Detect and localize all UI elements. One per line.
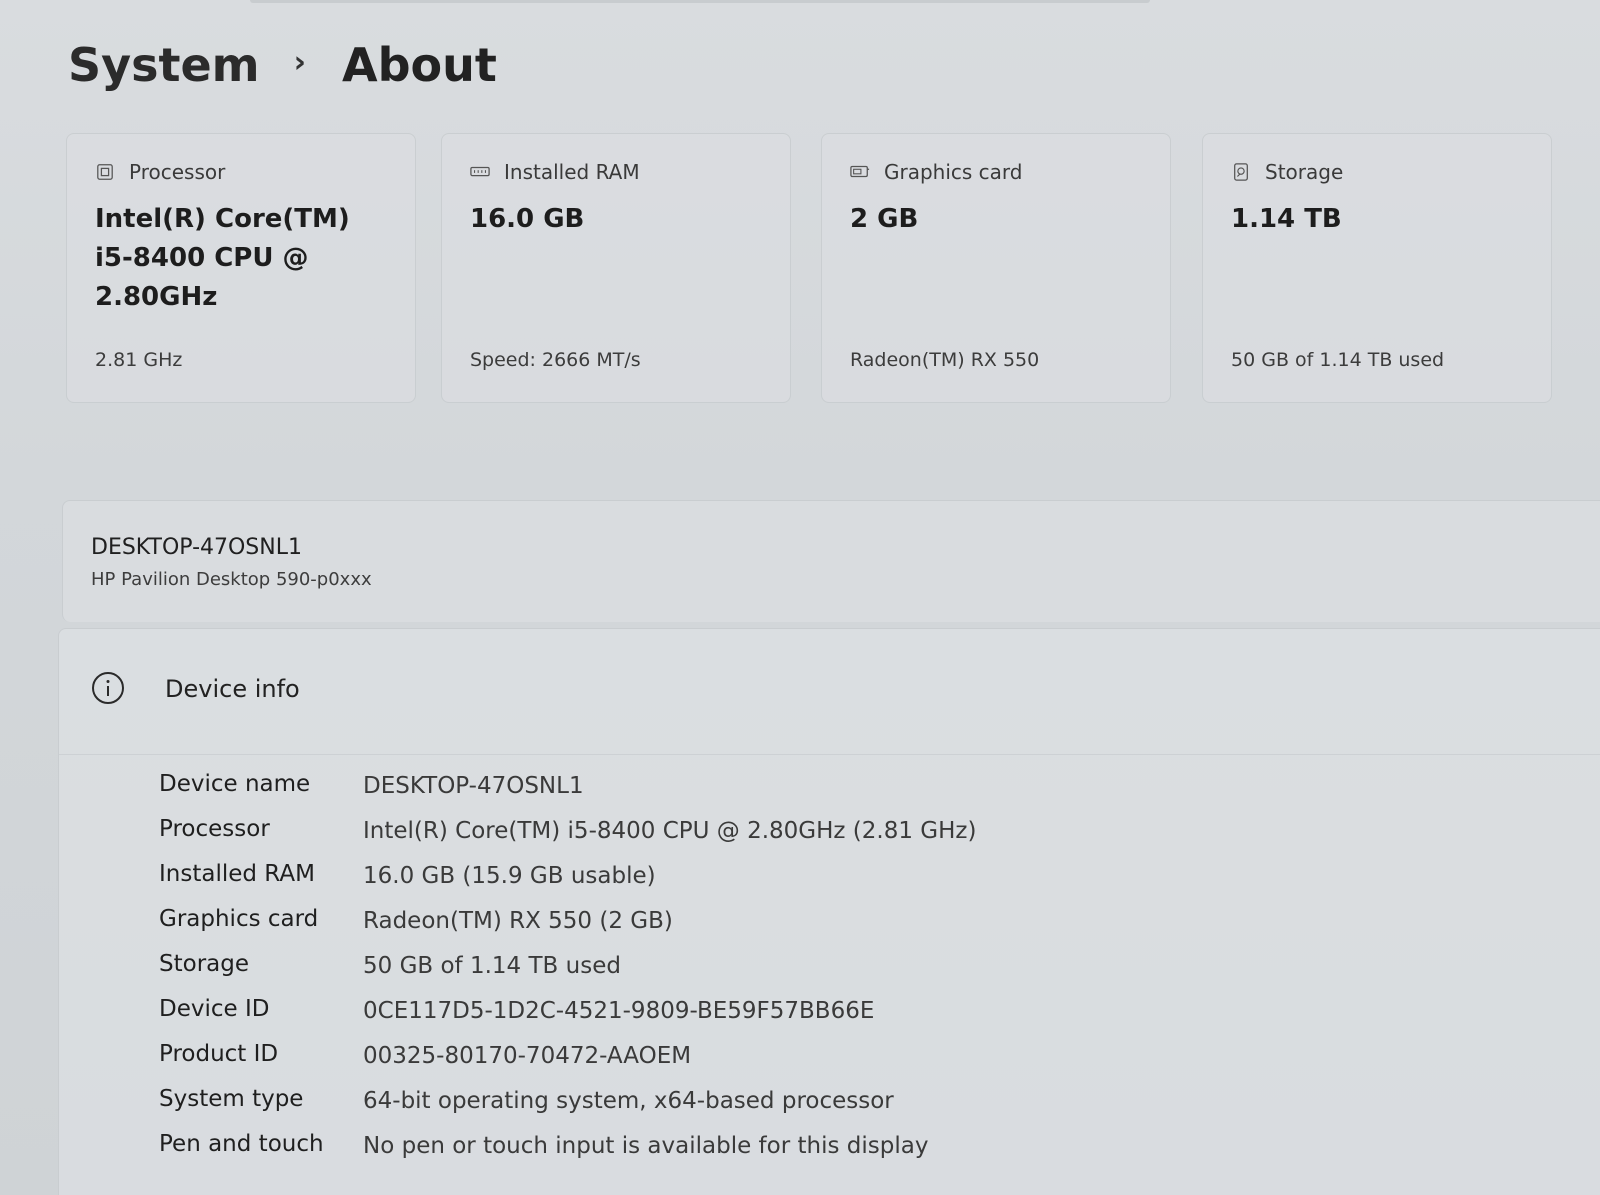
spec-value[interactable]: 64-bit operating system, x64-based proce… <box>363 1088 894 1114</box>
info-icon <box>92 672 124 704</box>
graphics-card-card: Graphics card 2 GB Radeon(TM) RX 550 <box>821 133 1171 403</box>
processor-card: Processor Intel(R) Core(TM) i5-8400 CPU … <box>66 133 416 403</box>
spec-label: Product ID <box>159 1041 279 1067</box>
spec-label: Storage <box>159 951 249 977</box>
spec-label: Device name <box>159 771 311 797</box>
ram-card: Installed RAM 16.0 GB Speed: 2666 MT/s <box>441 133 791 403</box>
breadcrumb-system[interactable]: System <box>68 38 260 92</box>
window-top-edge <box>250 0 1150 3</box>
processor-card-sub: 2.81 GHz <box>95 349 183 371</box>
device-model: HP Pavilion Desktop 590-p0xxx <box>91 569 372 590</box>
spec-value[interactable]: Intel(R) Core(TM) i5-8400 CPU @ 2.80GHz … <box>363 818 976 844</box>
device-info-panel: Device info Device name DESKTOP-47OSNL1 … <box>58 628 1600 1195</box>
spec-label: Pen and touch <box>159 1131 324 1157</box>
storage-card-header: Storage <box>1231 160 1343 184</box>
spec-label: Device ID <box>159 996 270 1022</box>
device-info-header[interactable]: Device info <box>59 629 1600 755</box>
ram-card-header: Installed RAM <box>470 160 640 184</box>
graphics-card-label: Graphics card <box>884 160 1023 184</box>
storage-card-value: 1.14 TB <box>1231 204 1342 234</box>
spec-value[interactable]: No pen or touch input is available for t… <box>363 1133 928 1159</box>
device-name-panel: DESKTOP-47OSNL1 HP Pavilion Desktop 590-… <box>62 500 1600 622</box>
graphics-card-icon <box>850 165 870 178</box>
spec-label: Installed RAM <box>159 861 315 887</box>
spec-label: Processor <box>159 816 270 842</box>
device-name-title: DESKTOP-47OSNL1 <box>91 535 302 560</box>
storage-card-sub: 50 GB of 1.14 TB used <box>1231 349 1445 371</box>
spec-cards: Processor Intel(R) Core(TM) i5-8400 CPU … <box>66 133 1600 405</box>
spec-value[interactable]: 16.0 GB (15.9 GB usable) <box>363 863 656 889</box>
device-info-title: Device info <box>165 675 300 703</box>
spec-value[interactable]: 0CE117D5-1D2C-4521-9809-BE59F57BB66E <box>363 998 874 1024</box>
graphics-card-value: 2 GB <box>850 204 919 234</box>
breadcrumb: System › About <box>68 38 497 92</box>
spec-label: Graphics card <box>159 906 319 932</box>
graphics-card-header: Graphics card <box>850 160 1023 184</box>
storage-card-label: Storage <box>1265 160 1344 184</box>
ram-card-label: Installed RAM <box>504 160 640 184</box>
processor-card-label: Processor <box>129 160 226 184</box>
processor-card-header: Processor <box>95 160 225 184</box>
storage-icon <box>1234 163 1248 181</box>
spec-label: System type <box>159 1086 304 1112</box>
spec-value[interactable]: 00325-80170-70472-AAOEM <box>363 1043 691 1069</box>
page-title: About <box>342 38 497 92</box>
chevron-right-icon: › <box>293 44 306 80</box>
ram-card-value: 16.0 GB <box>470 204 585 234</box>
spec-value[interactable]: DESKTOP-47OSNL1 <box>363 773 584 799</box>
storage-card: Storage 1.14 TB 50 GB of 1.14 TB used <box>1202 133 1552 403</box>
ram-card-sub: Speed: 2666 MT/s <box>470 349 641 371</box>
processor-icon <box>97 164 113 180</box>
spec-value[interactable]: Radeon(TM) RX 550 (2 GB) <box>363 908 673 934</box>
processor-card-value: Intel(R) Core(TM) i5-8400 CPU @ 2.80GHz <box>95 204 350 312</box>
ram-icon <box>470 166 490 177</box>
graphics-card-sub: Radeon(TM) RX 550 <box>850 349 1040 371</box>
spec-value[interactable]: 50 GB of 1.14 TB used <box>363 953 621 979</box>
